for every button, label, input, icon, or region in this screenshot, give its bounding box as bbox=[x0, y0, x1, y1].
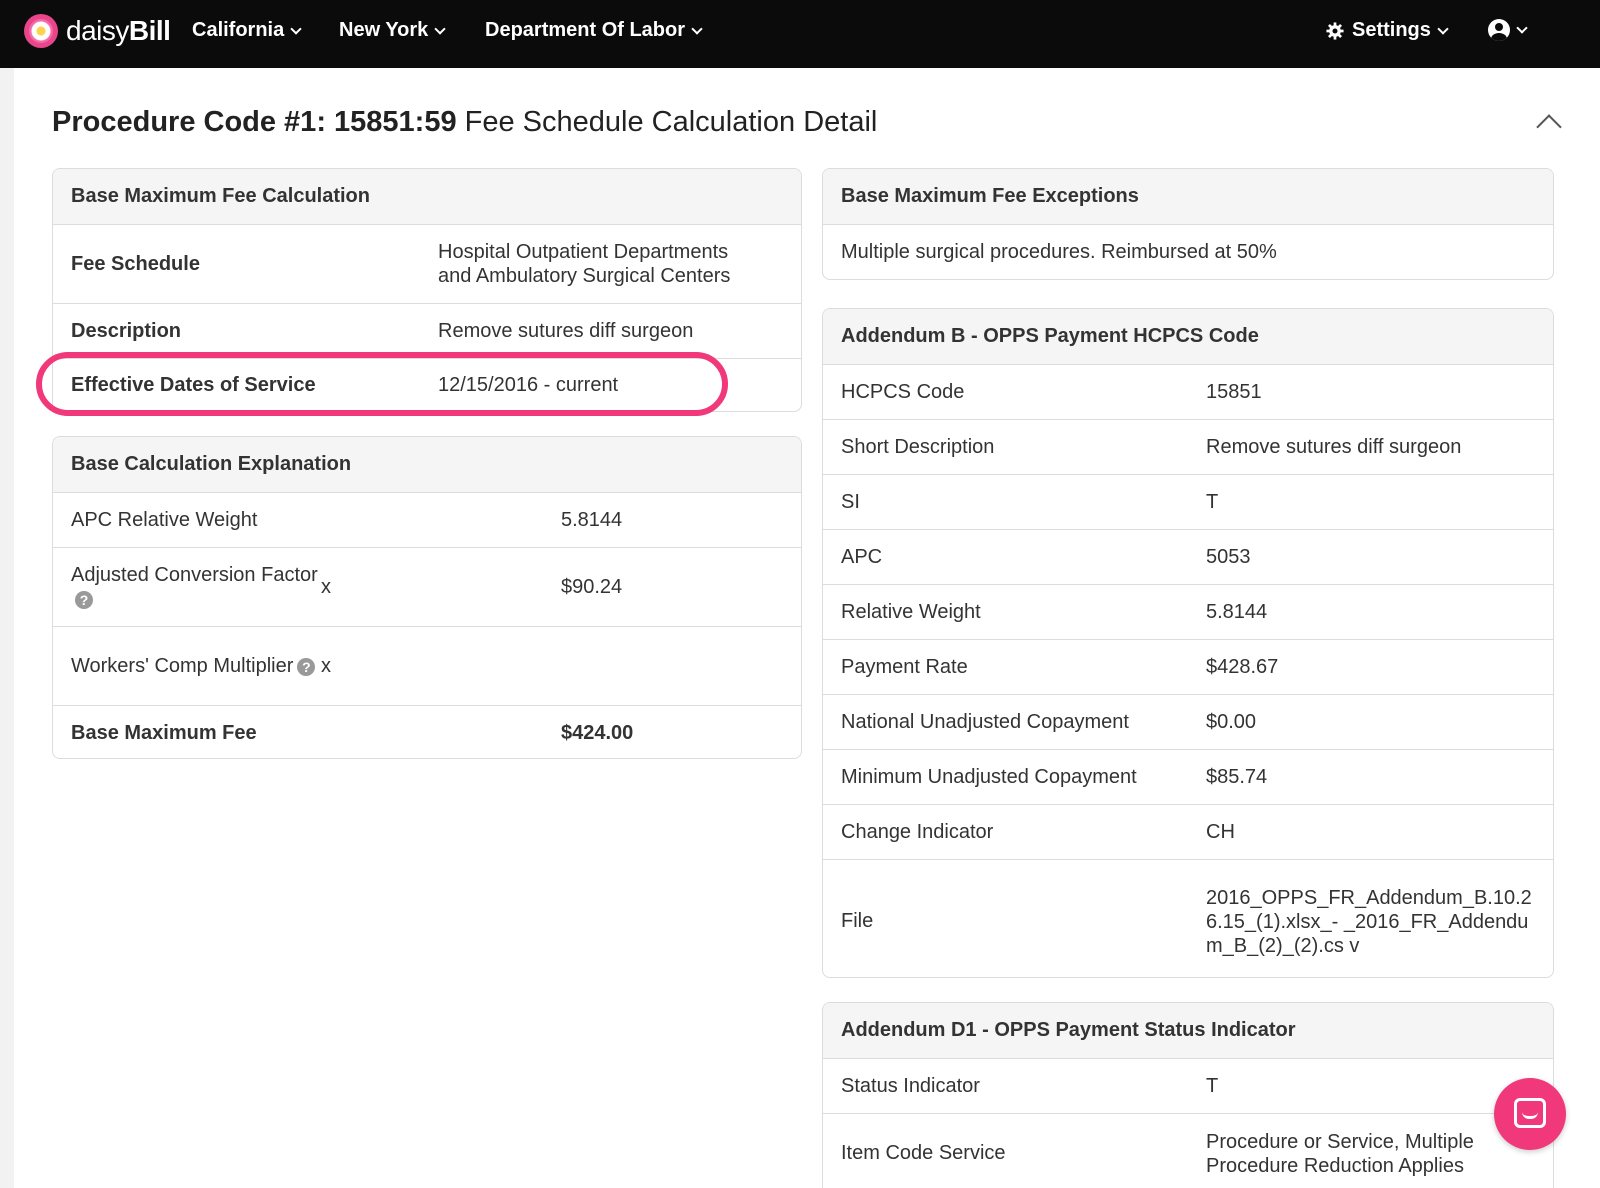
row-label: Change Indicator bbox=[841, 820, 994, 843]
row-value: 5.8144 bbox=[1206, 600, 1268, 623]
chevron-down-icon bbox=[691, 22, 703, 35]
row-label: Status Indicator bbox=[841, 1074, 980, 1097]
chat-support-button[interactable] bbox=[1494, 1078, 1566, 1150]
table-row-effective-dates: Effective Dates of Service 12/15/2016 - … bbox=[53, 359, 801, 411]
row-label: National Unadjusted Copayment bbox=[841, 710, 1129, 733]
row-label: Effective Dates of Service bbox=[71, 373, 316, 396]
table-row: National Unadjusted Copayment $0.00 bbox=[823, 695, 1553, 750]
chevron-down-icon bbox=[1516, 22, 1528, 34]
row-label: Workers' Comp Multiplier? bbox=[71, 654, 321, 678]
row-value: 5.8144 bbox=[561, 508, 623, 531]
row-label: Minimum Unadjusted Copayment bbox=[841, 765, 1137, 788]
row-operator: x bbox=[321, 654, 331, 677]
settings-dropdown[interactable]: Settings bbox=[1326, 19, 1449, 42]
table-row: Description Remove sutures diff surgeon bbox=[53, 304, 801, 359]
table-row: File 2016_OPPS_FR_Addendum_B.10.2 6.15_(1… bbox=[823, 860, 1553, 977]
table-row: APC Relative Weight 5.8144 bbox=[53, 493, 801, 548]
settings-label: Settings bbox=[1352, 19, 1431, 41]
row-label: SI bbox=[841, 490, 860, 513]
table-row-total: Base Maximum Fee $424.00 bbox=[53, 706, 801, 758]
nav-item-label: New York bbox=[339, 19, 429, 41]
table-row: Item Code Service Procedure or Service, M… bbox=[823, 1114, 1553, 1188]
row-value: Remove sutures diff surgeon bbox=[1206, 435, 1462, 458]
chevron-down-icon bbox=[290, 22, 302, 35]
row-label: Relative Weight bbox=[841, 600, 981, 623]
card-header: Base Maximum Fee Exceptions bbox=[823, 169, 1553, 225]
table-row: Relative Weight 5.8144 bbox=[823, 585, 1553, 640]
table-row: Adjusted Conversion Factor? x $90.24 bbox=[53, 548, 801, 627]
row-label: APC bbox=[841, 545, 883, 568]
row-value: 5053 bbox=[1206, 545, 1251, 568]
table-row: Workers' Comp Multiplier? x bbox=[53, 627, 801, 706]
table-row: SI T bbox=[823, 475, 1553, 530]
row-value: 12/15/2016 - current bbox=[438, 373, 619, 396]
row-label: HCPCS Code bbox=[841, 380, 965, 403]
row-value: T bbox=[1206, 1074, 1219, 1097]
row-label: Short Description bbox=[841, 435, 995, 458]
base-max-fee-calculation-card: Base Maximum Fee Calculation Fee Schedul… bbox=[52, 168, 802, 412]
row-value: CH bbox=[1206, 820, 1235, 843]
exception-text: Multiple surgical procedures. Reimbursed… bbox=[841, 240, 1277, 263]
chevron-up-icon[interactable] bbox=[1536, 114, 1562, 140]
row-value: T bbox=[1206, 490, 1219, 513]
exception-text-row: Multiple surgical procedures. Reimbursed… bbox=[823, 225, 1553, 279]
table-row: Change Indicator CH bbox=[823, 805, 1553, 860]
table-row: Status Indicator T bbox=[823, 1059, 1553, 1114]
row-value: Hospital Outpatient Departments and Ambu… bbox=[438, 241, 731, 287]
row-value: $428.67 bbox=[1206, 655, 1279, 678]
nav-new-york-dropdown[interactable]: New York bbox=[339, 19, 446, 42]
row-label: Item Code Service bbox=[841, 1142, 1006, 1164]
table-row: Payment Rate $428.67 bbox=[823, 640, 1553, 695]
table-row: Short Description Remove sutures diff sur… bbox=[823, 420, 1553, 475]
user-menu-dropdown[interactable] bbox=[1488, 19, 1528, 41]
row-label: Base Maximum Fee bbox=[71, 721, 257, 744]
gear-icon bbox=[1326, 21, 1344, 40]
row-value: $85.74 bbox=[1206, 765, 1268, 788]
card-header: Addendum D1 - OPPS Payment Status Indica… bbox=[823, 1003, 1553, 1059]
card-header: Base Maximum Fee Calculation bbox=[53, 169, 801, 225]
chevron-down-icon bbox=[434, 22, 446, 35]
table-row: Fee Schedule Hospital Outpatient Departm… bbox=[53, 225, 801, 304]
nav-item-label: California bbox=[192, 19, 285, 41]
row-value: Remove sutures diff surgeon bbox=[438, 319, 694, 342]
row-label: Payment Rate bbox=[841, 655, 968, 678]
nav-item-label: Department Of Labor bbox=[485, 19, 686, 41]
card-header: Addendum B - OPPS Payment HCPCS Code bbox=[823, 309, 1553, 365]
row-label: Adjusted Conversion Factor? bbox=[71, 564, 318, 609]
question-circle-icon[interactable]: ? bbox=[75, 590, 93, 609]
daisy-flower-icon bbox=[24, 14, 58, 48]
nav-california-dropdown[interactable]: California bbox=[192, 19, 302, 42]
row-value: $90.24 bbox=[561, 575, 623, 598]
row-value: 15851 bbox=[1206, 380, 1262, 403]
table-row: HCPCS Code 15851 bbox=[823, 365, 1553, 420]
base-calculation-explanation-card: Base Calculation Explanation APC Relativ… bbox=[52, 436, 802, 759]
row-label: File bbox=[841, 910, 874, 932]
row-value: $424.00 bbox=[561, 721, 634, 744]
nav-department-of-labor-dropdown[interactable]: Department Of Labor bbox=[485, 19, 703, 42]
row-label: Fee Schedule bbox=[71, 252, 200, 275]
row-label: APC Relative Weight bbox=[71, 508, 258, 531]
chevron-down-icon bbox=[1437, 22, 1449, 35]
card-header: Base Calculation Explanation bbox=[53, 437, 801, 493]
row-value: Procedure or Service, Multiple Procedure… bbox=[1206, 1130, 1474, 1177]
base-max-fee-exceptions-card: Base Maximum Fee Exceptions Multiple sur… bbox=[822, 168, 1554, 280]
top-navbar: daisyBill California New York Department… bbox=[0, 0, 1600, 68]
row-label: Description bbox=[71, 319, 182, 342]
addendum-b-card: Addendum B - OPPS Payment HCPCS Code HCP… bbox=[822, 308, 1554, 978]
row-operator: x bbox=[321, 575, 331, 598]
row-value: 2016_OPPS_FR_Addendum_B.10.2 6.15_(1).xl… bbox=[1206, 886, 1532, 957]
brand-name: daisyBill bbox=[66, 15, 171, 46]
question-circle-icon[interactable]: ? bbox=[297, 657, 316, 676]
table-row: Minimum Unadjusted Copayment $85.74 bbox=[823, 750, 1553, 805]
page-title: Procedure Code #1: 15851:59 Fee Schedule… bbox=[52, 106, 878, 138]
row-value: $0.00 bbox=[1206, 710, 1257, 733]
brand-logo[interactable]: daisyBill bbox=[24, 14, 171, 48]
user-avatar-icon bbox=[1488, 19, 1510, 41]
main-content: Procedure Code #1: 15851:59 Fee Schedule… bbox=[14, 68, 1600, 1188]
addendum-d1-card: Addendum D1 - OPPS Payment Status Indica… bbox=[822, 1002, 1554, 1188]
table-row: APC 5053 bbox=[823, 530, 1553, 585]
